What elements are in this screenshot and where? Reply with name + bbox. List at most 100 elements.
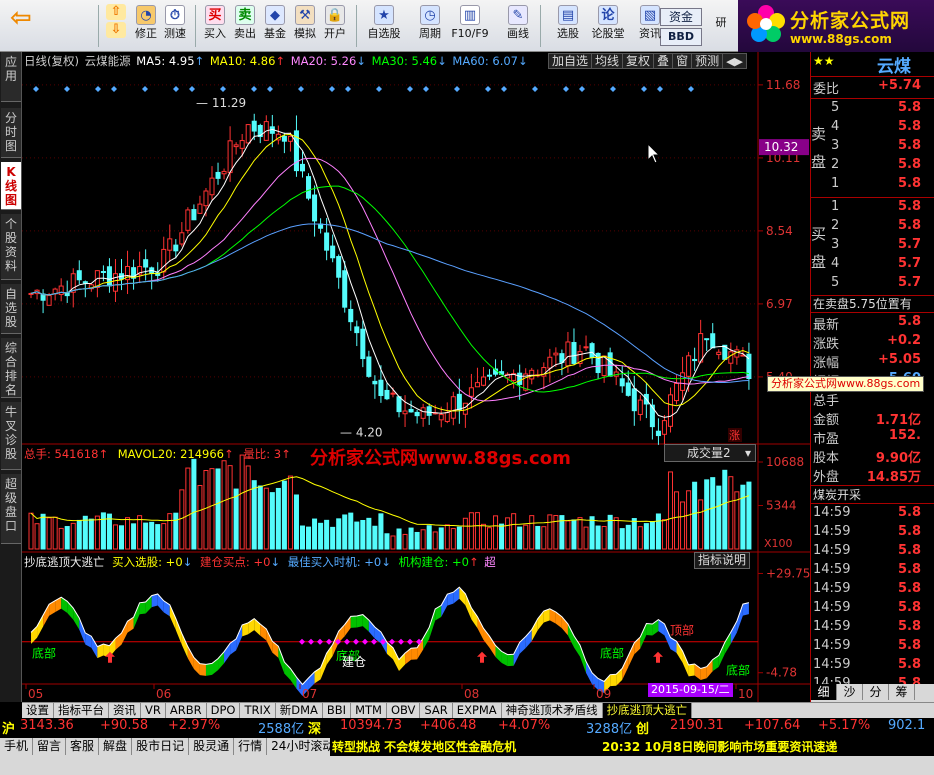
status-button[interactable]: 解盘	[99, 738, 133, 755]
indicator-tab[interactable]: TRIX	[240, 703, 276, 718]
indicator-tab[interactable]: 指标平台	[54, 703, 109, 718]
chart-header-button-0[interactable]: 加自选	[549, 54, 593, 68]
oscillator-band	[531, 618, 538, 642]
buy-level-row[interactable]: 2 5.8	[811, 218, 934, 237]
next-icon[interactable]: ◀▶	[723, 55, 746, 69]
volume-bar	[704, 479, 710, 550]
tick-price: 5.8	[897, 657, 921, 672]
status-button[interactable]: 留言	[33, 738, 67, 755]
chart-header-button-2[interactable]: 复权	[623, 54, 655, 68]
sector-label[interactable]: 煤炭开采	[811, 485, 934, 504]
volume-bar	[251, 480, 257, 550]
chart-header-button-1[interactable]: 均线	[592, 54, 624, 68]
indicator-tab[interactable]: OBV	[387, 703, 421, 718]
buy-level-row[interactable]: 3 5.7	[811, 237, 934, 256]
volume-bar	[221, 460, 227, 550]
toolbar-button-5[interactable]: ⚒ 模拟	[290, 2, 320, 50]
buy-level-row[interactable]: 5 5.7	[811, 275, 934, 294]
up-button[interactable]: ⇧ ⇩	[102, 2, 130, 50]
toolbar-button-11[interactable]: ▤ 选股	[546, 2, 590, 50]
indicator-tab[interactable]: 抄底逃顶大逃亡	[602, 703, 693, 718]
sell-level-row[interactable]: 3 5.8	[811, 138, 934, 157]
indicator-tab[interactable]: 资讯	[109, 703, 141, 718]
indicator-tab[interactable]: 设置	[22, 703, 54, 718]
candle-body	[589, 343, 595, 358]
side-tab-3[interactable]: 个股资料	[1, 214, 21, 280]
indicator-tab[interactable]: 神奇逃顶术矛盾线	[502, 703, 603, 718]
toolbar-button-3[interactable]: 卖卖出	[230, 2, 260, 50]
news-headline[interactable]: 20:32 10月8日晚间影响市场重要资讯速递	[600, 738, 934, 756]
indicator-tab[interactable]: SAR	[420, 703, 453, 718]
more-button[interactable]: 研	[710, 2, 732, 50]
volume-bar	[529, 515, 535, 550]
stat-label: 涨跌	[813, 337, 840, 352]
indicator-tab[interactable]: 新DMA	[276, 703, 323, 718]
indicator-tab[interactable]: VR	[141, 703, 166, 718]
sell-level-row[interactable]: 5 5.8	[811, 100, 934, 119]
toolbar-button-2[interactable]: 买买入	[200, 2, 230, 50]
candle-body	[239, 140, 245, 149]
sz-change: +406.48	[420, 718, 477, 733]
toolbar-button-6[interactable]: 🔒 开户	[320, 2, 350, 50]
right-panel-tab[interactable]: 细	[811, 684, 837, 700]
buy-level-row[interactable]: 1 5.8	[811, 199, 934, 218]
signal-diamond	[220, 86, 226, 92]
chart-header-button-3[interactable]: 叠	[654, 54, 674, 68]
toolbar-button-13[interactable]: ▧ 资讯	[628, 2, 672, 50]
side-tab-label: 自选股	[4, 287, 17, 329]
chart-canvas[interactable]: 11.6810.118.546.975.4010.32— 11.29— 4.20…	[22, 52, 810, 702]
status-button[interactable]: 24小时滚动	[267, 738, 340, 755]
toolbar-button-0[interactable]: ◔ 修正	[131, 2, 161, 50]
signal-diamond	[111, 86, 117, 92]
volume-bar	[269, 492, 275, 550]
indicator-tab[interactable]: EXPMA	[453, 703, 502, 718]
buy-level-row[interactable]: 4 5.7	[811, 256, 934, 275]
chart-header-button-5[interactable]: 预测	[692, 54, 724, 68]
volume-bar	[191, 458, 197, 550]
date-tick-label: 09	[596, 687, 611, 701]
indicator-help-button[interactable]: 指标说明	[694, 552, 750, 569]
sell-level-row[interactable]: 1 5.8	[811, 176, 934, 195]
indicator-tab[interactable]: ARBR	[166, 703, 207, 718]
right-panel-tab[interactable]: 筹	[889, 684, 915, 700]
toolbar-button-1[interactable]: ⏱ 测速	[160, 2, 190, 50]
toolbar-button-10[interactable]: ✎ 画线	[496, 2, 540, 50]
candle-body	[173, 244, 179, 252]
status-button[interactable]: 行情	[234, 738, 268, 755]
side-tab-0[interactable]: 应用	[1, 52, 21, 102]
sell-level-row[interactable]: 4 5.8	[811, 119, 934, 138]
status-button[interactable]: 股灵通	[189, 738, 235, 755]
side-tab-2[interactable]: K线图	[1, 162, 21, 210]
candle-body	[299, 163, 306, 172]
sell-level-row[interactable]: 2 5.8	[811, 157, 934, 176]
kline-chart-area[interactable]: 11.6810.118.546.975.4010.32— 11.29— 4.20…	[22, 52, 810, 702]
toolbar-button-7[interactable]: ★ 自选股	[362, 2, 406, 50]
side-tab-1[interactable]: 分时图	[1, 108, 21, 158]
side-tab-4[interactable]: 自选股	[1, 284, 21, 334]
toolbar-button-12[interactable]: 论论股堂	[586, 2, 630, 50]
status-button[interactable]: 股市日记	[132, 738, 190, 755]
status-button[interactable]: 客服	[66, 738, 100, 755]
news-ticker[interactable]: 转型挑战 不会煤发地区性金融危机	[330, 738, 600, 756]
volume-bar	[396, 528, 402, 550]
tick-row: 14:59 5.8	[811, 505, 934, 524]
right-panel-tab[interactable]: 分	[863, 684, 889, 700]
toolbar-button-4[interactable]: ◆ 基金	[260, 2, 290, 50]
indicator-tab[interactable]: DPO	[207, 703, 241, 718]
indicator-tab[interactable]: BBI	[323, 703, 352, 718]
purple-signal-diamond	[317, 638, 323, 645]
right-panel-tab[interactable]: 沙	[837, 684, 863, 700]
status-button[interactable]: 手机	[0, 738, 34, 755]
volume-select[interactable]: 成交量2 ▾	[664, 444, 756, 462]
chart-header-button-4[interactable]: 窗	[673, 54, 693, 68]
side-tab-6[interactable]: 牛叉诊股	[1, 402, 21, 470]
volume-bar	[203, 470, 209, 550]
toolbar-button-8[interactable]: ◷ 周期	[408, 2, 452, 50]
side-tab-5[interactable]: 综合排名	[1, 338, 21, 398]
side-tab-7[interactable]: 超级盘口	[1, 474, 21, 544]
cy-label: 创	[636, 722, 650, 737]
high-label: — 11.29	[196, 96, 246, 110]
toolbar-button-9[interactable]: ▥ F10/F9	[448, 2, 492, 50]
back-button[interactable]: ⇦	[3, 2, 37, 50]
indicator-tab[interactable]: MTM	[351, 703, 387, 718]
